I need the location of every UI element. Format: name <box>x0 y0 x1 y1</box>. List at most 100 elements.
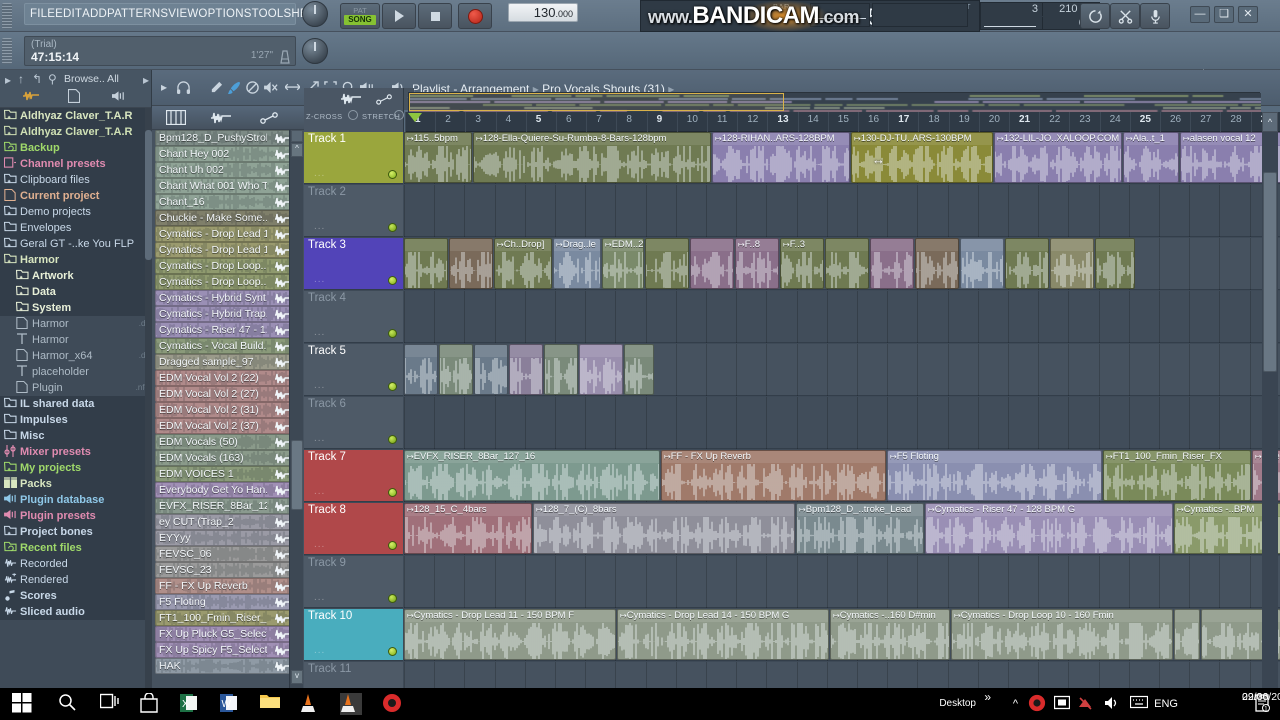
playlist-clip[interactable] <box>509 344 543 395</box>
close-button[interactable]: ✕ <box>1238 6 1258 23</box>
browser-scrollbar-thumb[interactable] <box>145 130 152 260</box>
browser-item[interactable]: System <box>0 300 152 316</box>
playlist-grid[interactable]: Track 1... Track 2... Track 3... Track 4...… <box>304 132 1280 688</box>
clip-header[interactable] <box>871 239 913 251</box>
overflow-icon[interactable]: » <box>984 690 991 704</box>
clip-header[interactable] <box>1006 239 1048 251</box>
channel-item[interactable]: EDM Vocals (163) <box>155 450 293 466</box>
channel-item[interactable]: ey CUT (Trap_2 <box>155 514 293 530</box>
track-header[interactable]: Track 3... <box>304 238 403 290</box>
playlist-clip[interactable] <box>1174 609 1200 660</box>
playlist-clip[interactable] <box>825 238 869 289</box>
browser-item[interactable]: Project bones <box>0 524 152 540</box>
track-lane[interactable]: EVFX_RISER_8Bar_127_16 FF - FX Up Reverb F… <box>404 450 1280 502</box>
channel-item[interactable]: Cymatics - Drop Lead 1.. <box>155 226 293 242</box>
playlist-clip[interactable] <box>960 238 1004 289</box>
wave-icon[interactable] <box>210 111 232 124</box>
browser-item[interactable]: Current project <box>0 188 152 204</box>
track-options-dots[interactable]: ... <box>314 168 325 179</box>
channel-item[interactable]: Chant Hey 002 <box>155 146 293 162</box>
track-header[interactable]: Track 6... <box>304 397 403 449</box>
browser-item[interactable]: Plugin database <box>0 492 152 508</box>
track-header[interactable]: Track 10... <box>304 609 403 661</box>
playlist-clip[interactable]: FF - FX Up Reverb <box>661 450 886 501</box>
browser-item[interactable]: Envelopes <box>0 220 152 236</box>
file-icon[interactable] <box>68 89 80 103</box>
wave-icon[interactable] <box>274 293 290 306</box>
track-lane[interactable]: 115..5bpm 128-Ella-Quiere-Su-Rumba-8-Bars… <box>404 132 1280 184</box>
browser-item[interactable]: Harmor .dll <box>0 316 152 332</box>
playlist-clip[interactable]: Ch..Drop] <box>494 238 552 289</box>
track-lane[interactable] <box>404 397 1280 449</box>
wave-icon[interactable] <box>274 181 290 194</box>
typing-keyboard-button[interactable] <box>1140 3 1170 29</box>
menu-item-options[interactable]: OPTIONS <box>198 8 251 20</box>
vlc-active-icon[interactable] <box>340 693 362 715</box>
wave-icon[interactable] <box>274 485 290 498</box>
clip-header[interactable] <box>510 345 542 357</box>
song-overview[interactable] <box>408 92 1261 113</box>
playlist-clip[interactable] <box>474 344 508 395</box>
browser-item[interactable]: Aldhyaz Claver_T.A.R <box>0 108 152 124</box>
track-header[interactable]: Track 1... <box>304 132 403 184</box>
channel-item[interactable]: EDM VOICES 1 <box>155 466 293 482</box>
track-options-dots[interactable]: ... <box>314 380 325 391</box>
track-options-dots[interactable]: ... <box>314 433 325 444</box>
playlist-clip[interactable] <box>544 344 578 395</box>
undo-icon[interactable]: ↰ <box>32 72 42 86</box>
playlist-clip[interactable]: Cymatics - Riser 47 - 128 BPM G <box>925 503 1173 554</box>
browser-menu-icon[interactable]: ▸ <box>143 73 149 87</box>
track-enable-led[interactable] <box>388 223 397 232</box>
browser-item[interactable]: Clipboard files <box>0 172 152 188</box>
search-icon[interactable]: ⚲ <box>48 72 57 86</box>
wave-icon[interactable] <box>274 581 290 594</box>
browser-item[interactable]: Packs <box>0 476 152 492</box>
playlist-clip[interactable] <box>624 344 654 395</box>
playlist-clip[interactable]: Cymatics - Drop Lead 14 - 150 BPM G <box>617 609 829 660</box>
automation-icon[interactable] <box>260 112 278 124</box>
track-header[interactable]: Track 2... <box>304 185 403 237</box>
play-button[interactable] <box>382 3 416 29</box>
wave-icon[interactable] <box>274 501 290 514</box>
browser-item[interactable]: Data <box>0 284 152 300</box>
pitch-knob[interactable] <box>302 38 336 68</box>
store-icon[interactable] <box>140 692 162 715</box>
overview-selection[interactable] <box>409 93 784 111</box>
browser-item[interactable]: Geral GT -..ke You FLP <box>0 236 152 252</box>
wave-icon[interactable] <box>274 437 290 450</box>
playlist-clip[interactable]: EDM..2 <box>602 238 644 289</box>
playlist-clip[interactable]: Cymatics - Drop Lead 11 - 150 BPM F <box>404 609 616 660</box>
loop-record-button[interactable] <box>1080 3 1110 29</box>
playlist-clip[interactable] <box>404 238 448 289</box>
browser-item[interactable]: Impulses <box>0 412 152 428</box>
excel-icon[interactable]: X <box>180 693 202 715</box>
wave-icon[interactable] <box>274 629 290 642</box>
playlist-clip[interactable]: F5 Floting <box>887 450 1102 501</box>
channel-item[interactable]: HAK <box>155 658 293 674</box>
playlist-clip[interactable] <box>1050 238 1094 289</box>
playlist-clip[interactable]: Ala..t_1 <box>1123 132 1179 183</box>
start-button[interactable] <box>12 693 34 715</box>
track-header[interactable]: Track 5... <box>304 344 403 396</box>
maximize-button[interactable]: ❑ <box>1214 6 1234 23</box>
wave-icon[interactable] <box>274 277 290 290</box>
track-options-dots[interactable]: ... <box>314 486 325 497</box>
tray-expand-icon[interactable]: ^ <box>1013 698 1018 710</box>
wave-icon[interactable] <box>274 309 290 322</box>
channel-item[interactable]: EYYyy <box>155 530 293 546</box>
wave-icon[interactable] <box>274 533 290 546</box>
piano-roll-icon[interactable] <box>166 110 186 125</box>
network-muted-icon[interactable] <box>1078 695 1094 714</box>
bandicam-recorder-icon[interactable] <box>382 693 404 715</box>
playlist-clip[interactable]: F..3 <box>780 238 824 289</box>
wave-icon[interactable] <box>274 357 290 370</box>
master-volume-knob[interactable] <box>302 1 336 31</box>
channel-item[interactable]: EDM Vocals (50) <box>155 434 293 450</box>
playlist-clip[interactable]: 115..5bpm <box>404 132 472 183</box>
playlist-vscrollbar-track[interactable] <box>1262 132 1278 688</box>
speaker-icon[interactable] <box>112 90 126 102</box>
track-lane[interactable] <box>404 344 1280 396</box>
menu-chevron-icon[interactable]: ▸ <box>161 80 167 94</box>
browser-item[interactable]: My projects <box>0 460 152 476</box>
channel-item[interactable]: Chuckie - Make Some.. <box>155 210 293 226</box>
